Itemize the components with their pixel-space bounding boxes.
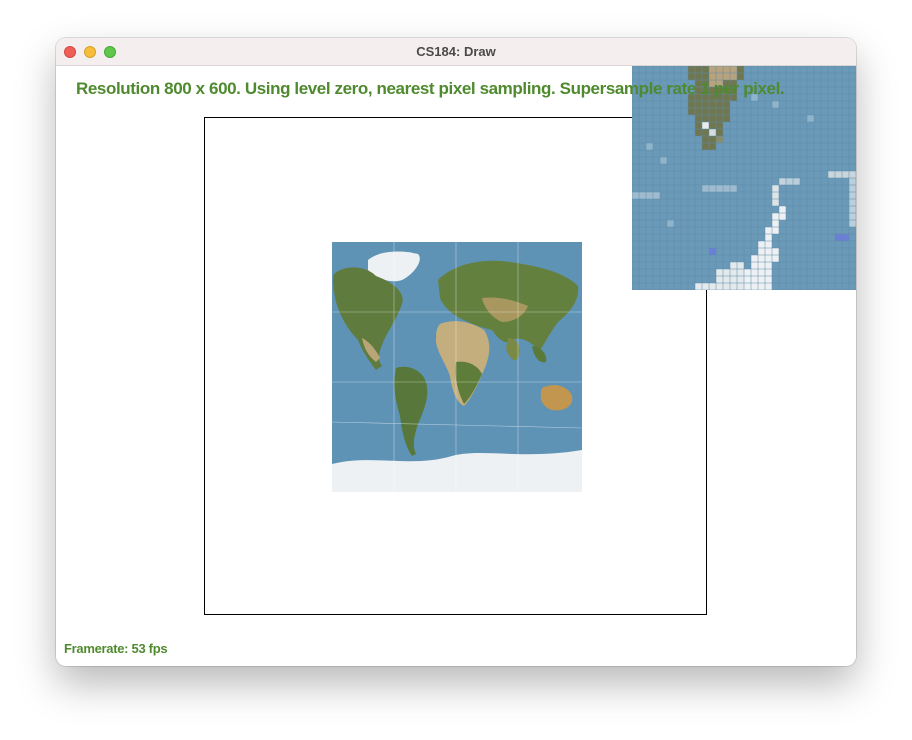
world-map-texture xyxy=(332,242,582,492)
pixel-inspector-zoom xyxy=(632,66,856,290)
app-window: CS184: Draw Resolution 800 x 600. Using … xyxy=(56,38,856,666)
draw-canvas[interactable]: Resolution 800 x 600. Using level zero, … xyxy=(56,66,856,666)
status-message: Resolution 800 x 600. Using level zero, … xyxy=(76,79,785,98)
framerate-readout: Framerate: 53 fps xyxy=(64,641,168,656)
title-bar[interactable]: CS184: Draw xyxy=(56,38,856,66)
window-title: CS184: Draw xyxy=(416,44,496,59)
